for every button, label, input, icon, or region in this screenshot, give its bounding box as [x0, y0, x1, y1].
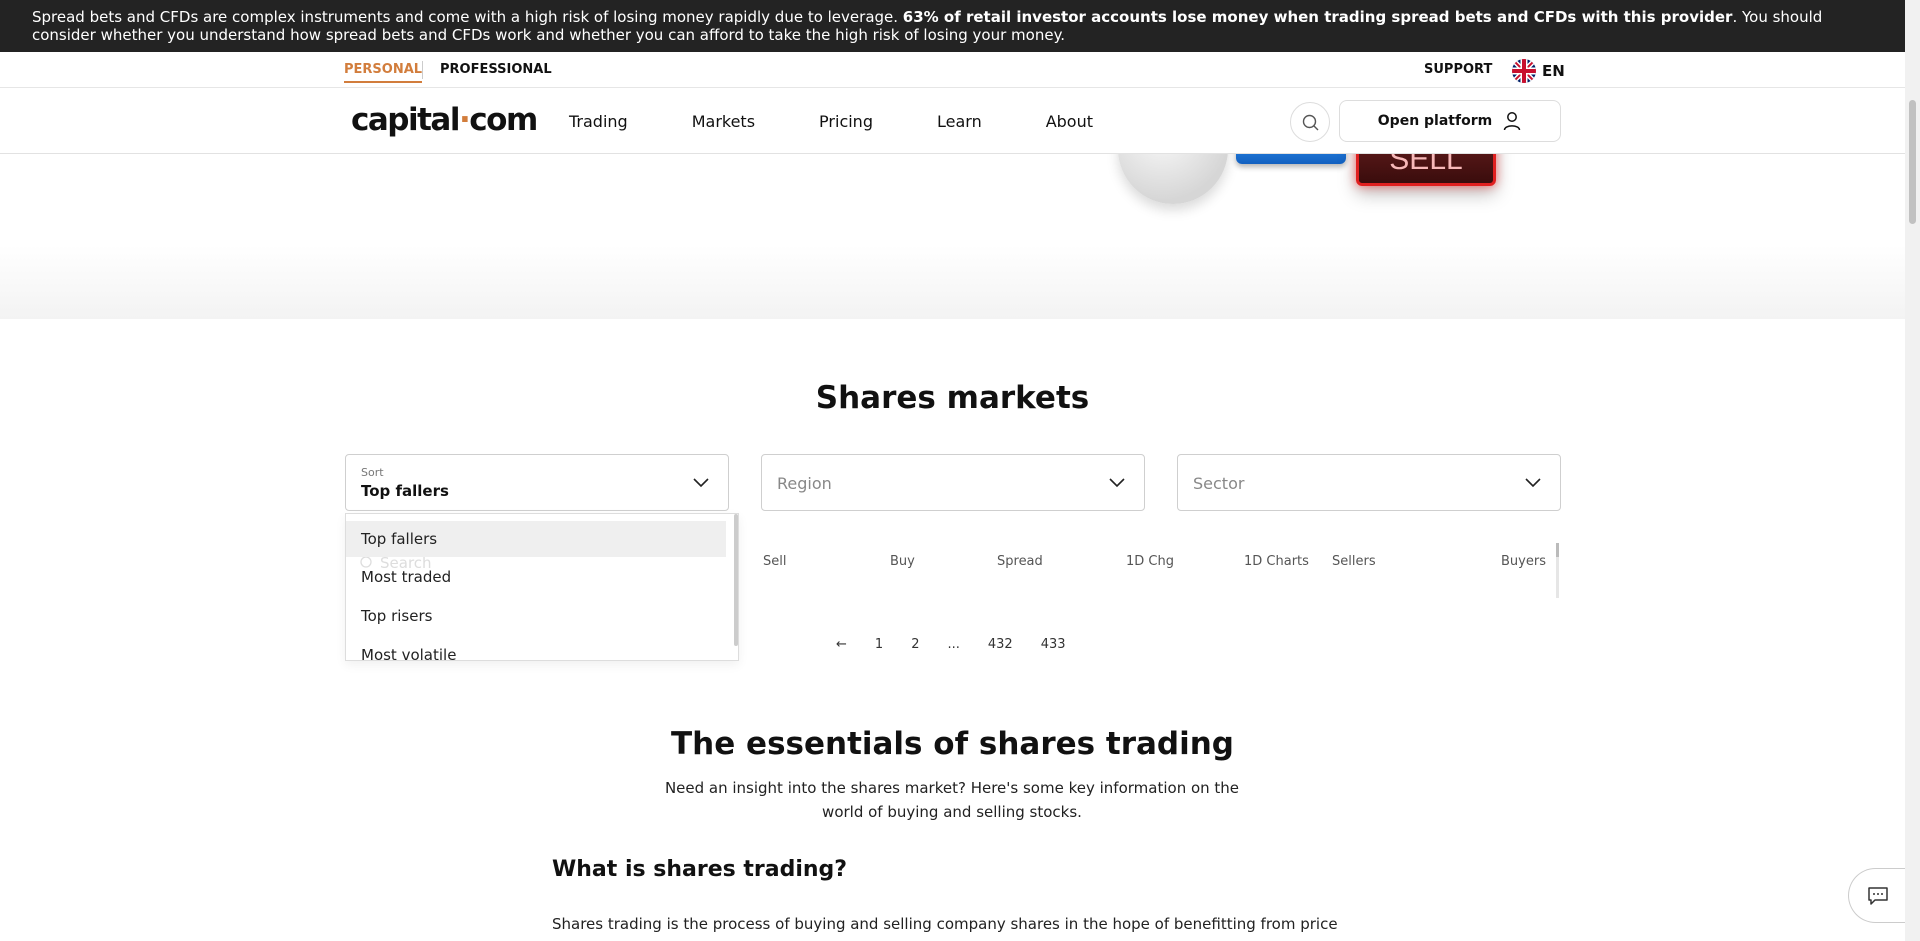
sector-placeholder: Sector: [1193, 474, 1245, 493]
markets-table-header: Sell Buy Spread 1D Chg 1D Charts Sellers…: [760, 540, 1557, 596]
region-select[interactable]: Region: [761, 454, 1145, 511]
column-sellers: Sellers: [1332, 554, 1376, 569]
uk-flag-icon: [1512, 59, 1536, 83]
page-2[interactable]: 2: [911, 637, 919, 652]
support-link[interactable]: SUPPORT: [1424, 62, 1492, 77]
page-scrollbar[interactable]: [1905, 0, 1920, 941]
sector-select[interactable]: Sector: [1177, 454, 1561, 511]
arrow-left-icon[interactable]: ←: [836, 637, 847, 652]
sort-option-most-volatile[interactable]: Most volatile: [346, 635, 738, 661]
page-1[interactable]: 1: [875, 637, 883, 652]
column-spread[interactable]: Spread: [997, 554, 1043, 569]
chat-icon: [1867, 886, 1888, 905]
hero-decoration-orb: [1118, 154, 1228, 204]
region-placeholder: Region: [777, 474, 832, 493]
column-1d-change[interactable]: 1D Chg: [1126, 554, 1174, 569]
what-is-shares-trading-heading: What is shares trading?: [552, 857, 848, 882]
hero-buy-key: [1236, 154, 1346, 164]
pagination: ← 1 2 ... 432 433: [836, 637, 1094, 652]
dropdown-scrollbar[interactable]: [734, 514, 738, 646]
shares-trading-paragraph: Shares trading is the process of buying …: [552, 915, 1338, 933]
hero-sell-key: SELL: [1356, 154, 1496, 186]
sort-option-top-fallers[interactable]: Top fallers: [346, 521, 726, 557]
page-ellipsis: ...: [947, 637, 960, 652]
shares-markets-title: Shares markets: [815, 380, 1090, 416]
sort-option-top-risers[interactable]: Top risers: [346, 596, 738, 635]
main-navigation: capital·com Trading Markets Pricing Lear…: [0, 88, 1905, 154]
sort-option-most-traded[interactable]: Most traded: [346, 557, 738, 596]
nav-item-markets[interactable]: Markets: [692, 112, 755, 131]
personal-tab[interactable]: PERSONAL: [344, 62, 423, 83]
professional-tab[interactable]: PROFESSIONAL: [440, 62, 552, 77]
search-icon: [1302, 114, 1318, 130]
nav-item-about[interactable]: About: [1046, 112, 1093, 131]
nav-menu: Trading Markets Pricing Learn About: [569, 88, 1157, 154]
sort-select[interactable]: Sort Top fallers: [345, 454, 729, 511]
chat-widget-button[interactable]: [1848, 868, 1906, 923]
nav-item-pricing[interactable]: Pricing: [819, 112, 873, 131]
sort-label: Sort: [361, 466, 384, 479]
table-scrollbar[interactable]: [1556, 543, 1559, 598]
chevron-down-icon: [1109, 478, 1125, 488]
essentials-subtitle: Need an insight into the shares market? …: [664, 779, 1240, 821]
column-buyers: Buyers: [1501, 554, 1546, 569]
user-icon: [1503, 112, 1521, 131]
nav-item-trading[interactable]: Trading: [569, 112, 628, 131]
tab-divider: [422, 61, 423, 79]
capital-com-logo[interactable]: capital·com: [351, 102, 538, 138]
sell-key-label: SELL: [1389, 154, 1463, 176]
chevron-down-icon: [1525, 478, 1541, 488]
risk-text-intro: Spread bets and CFDs are complex instrum…: [32, 8, 903, 26]
open-platform-label: Open platform: [1377, 113, 1493, 129]
search-button[interactable]: [1290, 102, 1330, 142]
sort-dropdown: Search Top fallers Most traded Top riser…: [345, 513, 739, 661]
chevron-down-icon: [693, 478, 709, 488]
column-sell[interactable]: Sell: [763, 554, 786, 569]
column-buy[interactable]: Buy: [890, 554, 915, 569]
essentials-title: The essentials of shares trading: [671, 726, 1234, 762]
language-code: EN: [1542, 62, 1565, 80]
sort-value: Top fallers: [361, 482, 449, 500]
risk-warning-banner: Spread bets and CFDs are complex instrum…: [0, 0, 1905, 52]
language-selector[interactable]: EN: [1512, 59, 1565, 83]
page-scrollbar-thumb[interactable]: [1909, 100, 1916, 224]
nav-item-learn[interactable]: Learn: [937, 112, 982, 131]
column-1d-charts: 1D Charts: [1244, 554, 1309, 569]
top-bar: PERSONAL PROFESSIONAL SUPPORT EN: [0, 52, 1905, 88]
page-432[interactable]: 432: [988, 637, 1013, 652]
page-433[interactable]: 433: [1041, 637, 1066, 652]
risk-text-bold: 63% of retail investor accounts lose mon…: [902, 8, 1733, 26]
hero-section: SELL: [0, 154, 1905, 319]
open-platform-button[interactable]: Open platform: [1339, 100, 1561, 142]
